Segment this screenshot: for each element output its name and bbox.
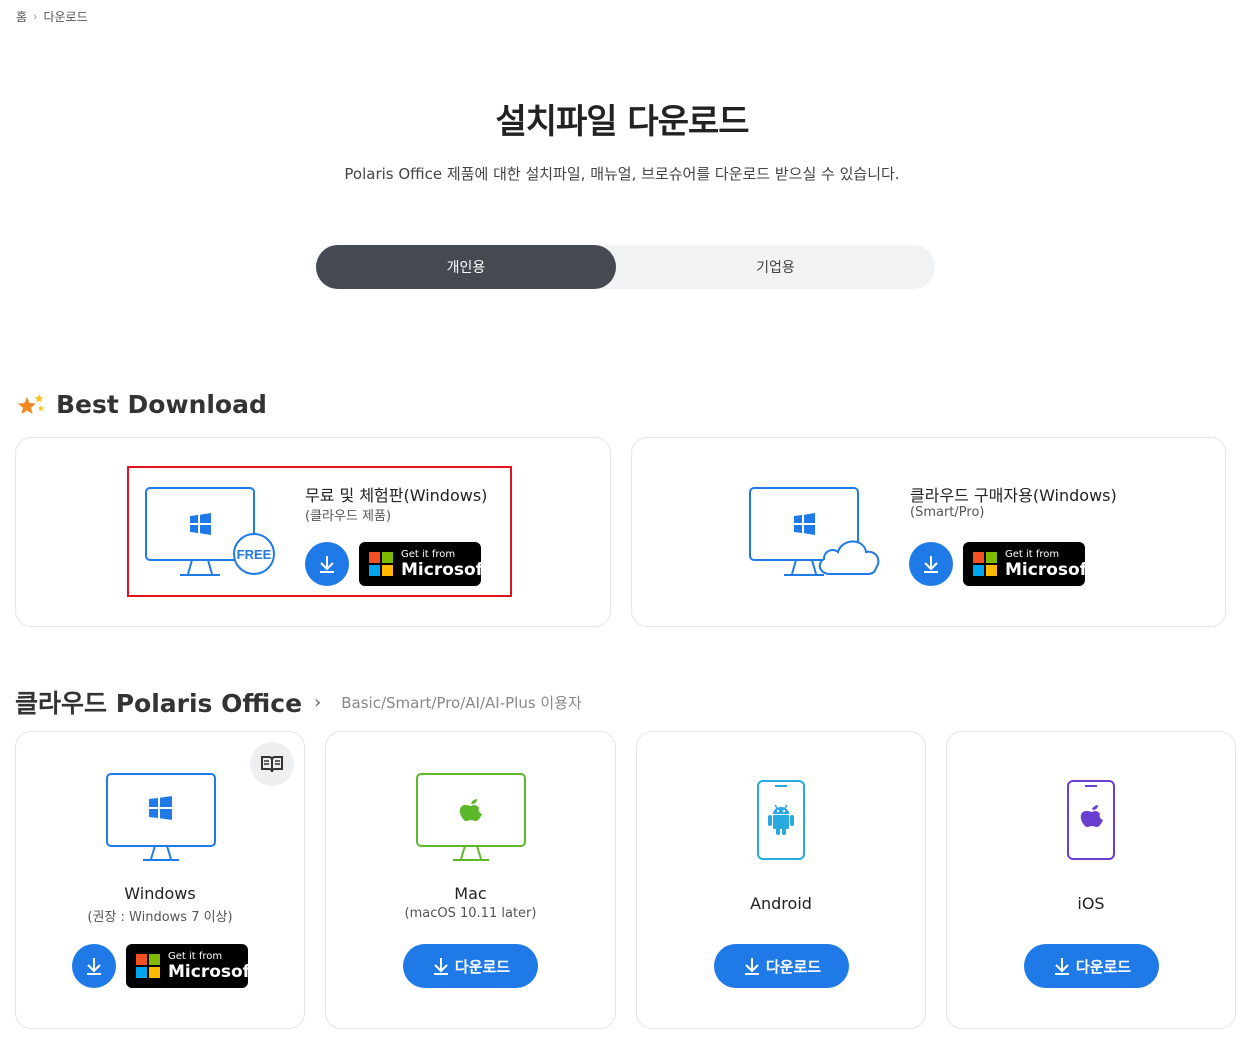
- product-name-android: Android: [750, 894, 812, 913]
- highlight-box: [127, 466, 512, 597]
- breadcrumb-home[interactable]: 홈: [16, 8, 27, 25]
- chevron-right-icon[interactable]: ›: [314, 692, 321, 713]
- download-icon: [924, 556, 938, 573]
- microsoft-logo-icon: [136, 954, 160, 978]
- download-icon: [87, 958, 101, 975]
- phone-android-icon: [757, 780, 805, 860]
- product-req-mac: (macOS 10.11 later): [404, 906, 537, 921]
- download-icon: [744, 958, 759, 975]
- cloud-section-subtitle: Basic/Smart/Pro/AI/AI-Plus 이용자: [341, 693, 582, 712]
- cloud-section-heading: 클라우드 Polaris Office › Basic/Smart/Pro/AI…: [15, 684, 582, 720]
- product-name-windows: Windows: [124, 884, 196, 903]
- manual-button[interactable]: [250, 742, 294, 786]
- tab-business[interactable]: 기업용: [616, 245, 935, 289]
- download-icon: [1054, 958, 1069, 975]
- product-name-mac: Mac: [454, 884, 487, 903]
- best-cloud-microsoft-store-button[interactable]: Get it from Microsoft: [963, 542, 1095, 586]
- ms-badge-big-text: Microsoft: [168, 961, 259, 982]
- windows-microsoft-store-button[interactable]: Get it from Microsoft: [126, 944, 258, 988]
- chevron-right-icon: ›: [33, 10, 38, 23]
- mac-download-button[interactable]: 다운로드: [403, 944, 538, 988]
- product-card-windows: Windows (권장 : Windows 7 이상) Get it from …: [15, 731, 305, 1029]
- download-icon: [433, 958, 448, 975]
- product-card-mac: Mac (macOS 10.11 later) 다운로드: [325, 731, 616, 1029]
- breadcrumb: 홈 › 다운로드: [16, 8, 88, 25]
- best-download-heading: Best Download: [16, 390, 267, 419]
- best-download-title: Best Download: [56, 390, 267, 419]
- product-req-windows: (권장 : Windows 7 이상): [87, 910, 233, 925]
- ms-badge-small-text: Get it from: [168, 950, 223, 962]
- best-cloud-download-button[interactable]: [909, 542, 953, 586]
- phone-apple-icon: [1067, 780, 1115, 860]
- page-subtitle: Polaris Office 제품에 대한 설치파일, 매뉴얼, 브로슈어를 다…: [344, 165, 900, 183]
- windows-download-button[interactable]: [72, 944, 116, 988]
- ms-badge-small-text: Get it from: [1005, 548, 1060, 560]
- monitor-windows-icon: [106, 773, 216, 861]
- page-title: 설치파일 다운로드: [495, 102, 749, 142]
- ios-download-label: 다운로드: [1075, 957, 1132, 976]
- ms-badge-big-text: Microsoft: [1005, 559, 1096, 580]
- best-cloud-title: 클라우드 구매자용(Windows): [910, 486, 1117, 505]
- microsoft-logo-icon: [973, 552, 997, 576]
- mac-download-label: 다운로드: [454, 957, 511, 976]
- product-card-ios: iOS 다운로드: [946, 731, 1236, 1029]
- audience-toggle: 개인용 기업용: [316, 245, 935, 289]
- best-card-cloud: 클라우드 구매자용(Windows) (Smart/Pro) Get it fr…: [631, 437, 1226, 627]
- tab-personal[interactable]: 개인용: [316, 245, 616, 289]
- monitor-windows-cloud-icon: [749, 487, 880, 576]
- cloud-section-title[interactable]: 클라우드 Polaris Office: [15, 684, 302, 720]
- product-card-android: Android 다운로드: [636, 731, 926, 1029]
- best-cloud-subtitle: (Smart/Pro): [910, 505, 985, 520]
- stars-icon: [18, 393, 45, 414]
- breadcrumb-current: 다운로드: [43, 10, 88, 24]
- monitor-apple-icon: [416, 773, 526, 861]
- book-icon: [261, 756, 283, 773]
- product-name-ios: iOS: [1077, 894, 1105, 913]
- android-download-label: 다운로드: [765, 957, 822, 976]
- android-download-button[interactable]: 다운로드: [714, 944, 849, 988]
- ios-download-button[interactable]: 다운로드: [1024, 944, 1159, 988]
